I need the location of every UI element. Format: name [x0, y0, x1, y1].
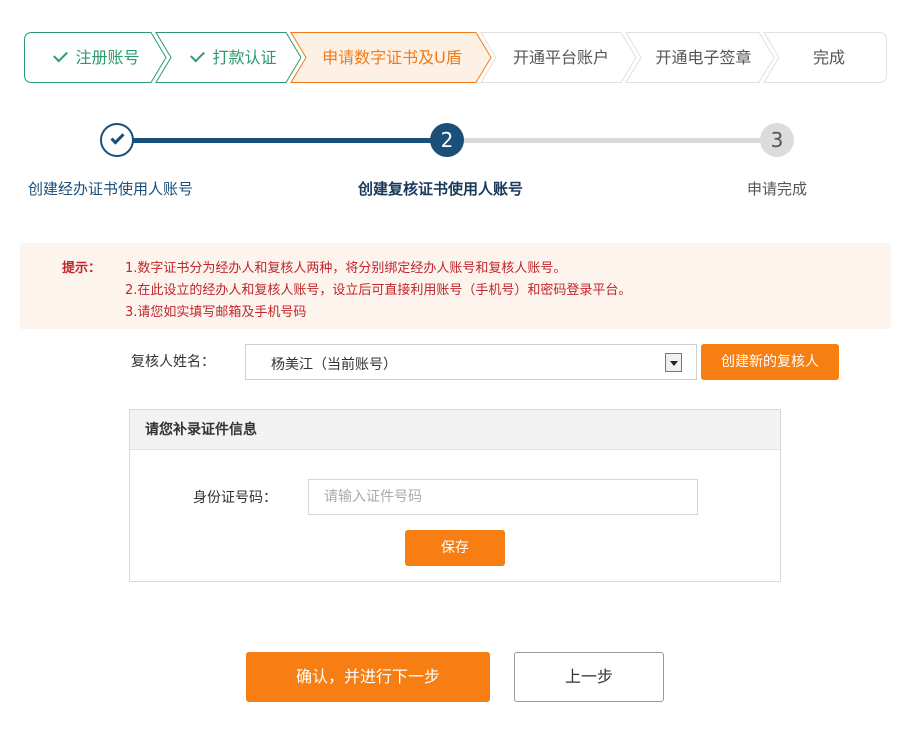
create-reviewer-button[interactable]: 创建新的复核人	[701, 344, 839, 380]
tip-line: 3.请您如实填写邮箱及手机号码	[125, 305, 307, 320]
check-icon	[110, 130, 125, 145]
step-label: 完成	[812, 48, 845, 67]
panel-title: 请您补录证件信息	[130, 410, 780, 450]
progress-label-reviewer: 创建复核证书使用人账号	[358, 180, 524, 198]
progress-label-handler: 创建经办证书使用人账号	[28, 180, 194, 198]
confirm-next-button[interactable]: 确认，并进行下一步	[246, 652, 490, 702]
progress-line-done	[117, 138, 447, 143]
step-label: 打款认证	[212, 48, 277, 67]
step-payment: 打款认证	[179, 32, 289, 83]
progress-node-active: 2	[430, 123, 464, 157]
progress-line-todo	[447, 138, 777, 143]
tip-box: 提示： 1.数字证书分为经办人和复核人两种，将分别绑定经办人账号和复核人账号。 …	[20, 243, 891, 329]
reviewer-select[interactable]: 杨美江（当前账号）	[245, 344, 697, 380]
previous-button[interactable]: 上一步	[514, 652, 664, 702]
step-complete: 完成	[779, 32, 879, 83]
tip-line: 2.在此设立的经办人和复核人账号，设立后可直接利用账号（手机号）和密码登录平台。	[125, 283, 632, 298]
check-icon	[53, 47, 69, 63]
step-label: 注册账号	[75, 48, 140, 67]
reviewer-select-value: 杨美江（当前账号）	[271, 357, 397, 373]
step-e-signature: 开通电子签章	[641, 32, 766, 83]
step-bar: 注册账号 打款认证 申请数字证书及U盾 开通平台账户 开通电子签章 完成	[24, 32, 887, 83]
step-register: 注册账号	[42, 32, 152, 83]
tip-line: 1.数字证书分为经办人和复核人两种，将分别绑定经办人账号和复核人账号。	[125, 261, 567, 276]
step-certificate: 申请数字证书及U盾	[307, 32, 477, 83]
reviewer-name-label: 复核人姓名：	[131, 354, 215, 370]
step-label: 申请数字证书及U盾	[322, 48, 462, 67]
tip-label: 提示：	[62, 261, 102, 276]
step-label: 开通平台账户	[512, 48, 609, 67]
check-icon	[190, 47, 206, 63]
save-button[interactable]: 保存	[405, 530, 505, 566]
cert-info-panel: 请您补录证件信息 身份证号码： 保存	[129, 409, 781, 582]
id-number-input[interactable]	[308, 479, 698, 515]
step-label: 开通电子签章	[655, 48, 752, 67]
step-platform-account: 开通平台账户	[496, 32, 626, 83]
progress-label-complete: 申请完成	[747, 180, 808, 198]
id-number-label: 身份证号码：	[193, 490, 277, 506]
progress-node-todo: 3	[760, 123, 794, 157]
chevron-down-icon[interactable]	[665, 353, 682, 372]
progress-node-done	[100, 123, 134, 157]
